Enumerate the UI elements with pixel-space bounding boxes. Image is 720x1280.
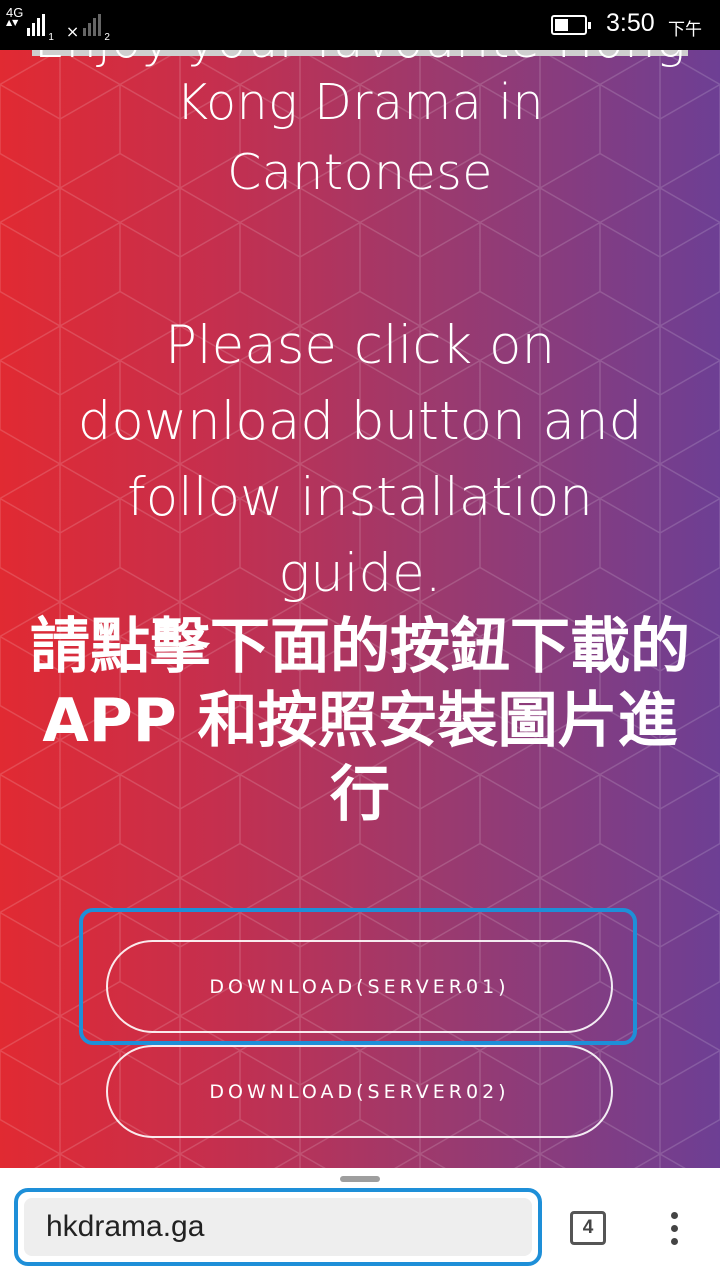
clock: 3:50 [606,9,655,37]
instruction-line-2: download button and [77,391,643,452]
drag-handle-icon[interactable] [340,1176,380,1182]
instruction-line-4: guide. [278,543,442,604]
network-indicator: 4G ▲▼ [6,6,23,27]
battery-icon [551,15,591,35]
tab-switcher-button[interactable]: 4 [570,1211,606,1245]
no-signal-icon: × [65,22,80,41]
browser-toolbar: hkdrama.ga 4 [0,1168,720,1280]
sim1-label: 1 [48,32,54,43]
status-bar: 4G ▲▼ 1 × 2 3:50 下午 [0,0,720,50]
web-page[interactable]: Enjoy your favourite Hong Kong Drama in … [0,50,720,1168]
instruction-text: Please click on download button and foll… [0,308,720,612]
more-vertical-icon[interactable] [666,1212,682,1246]
battery-level [555,19,568,31]
download-server02-button[interactable]: DOWNLOAD(SERVER02) [106,1045,613,1138]
chinese-instruction: 請點擊下面的按鈕下載的 APP 和按照安裝圖片進行 [30,612,690,830]
title-line-1: Kong Drama in [175,74,545,131]
clock-ampm: 下午 [668,20,702,40]
instruction-line-3: follow installation [127,467,593,528]
title-line-2: Cantonese [227,144,493,201]
download-server01-button[interactable]: DOWNLOAD(SERVER01) [106,940,613,1033]
instruction-line-1: Please click on [164,315,556,376]
data-arrows-icon: ▲▼ [6,18,19,27]
title: Kong Drama in Cantonese [0,68,720,208]
signal-strength-icon [27,14,47,36]
signal-strength-icon-sim2 [83,14,103,36]
signal-group: 4G ▲▼ 1 × 2 [6,6,110,46]
sim2-label: 2 [104,32,110,43]
url-text[interactable]: hkdrama.ga [24,1198,532,1256]
url-bar[interactable]: hkdrama.ga [14,1188,542,1266]
